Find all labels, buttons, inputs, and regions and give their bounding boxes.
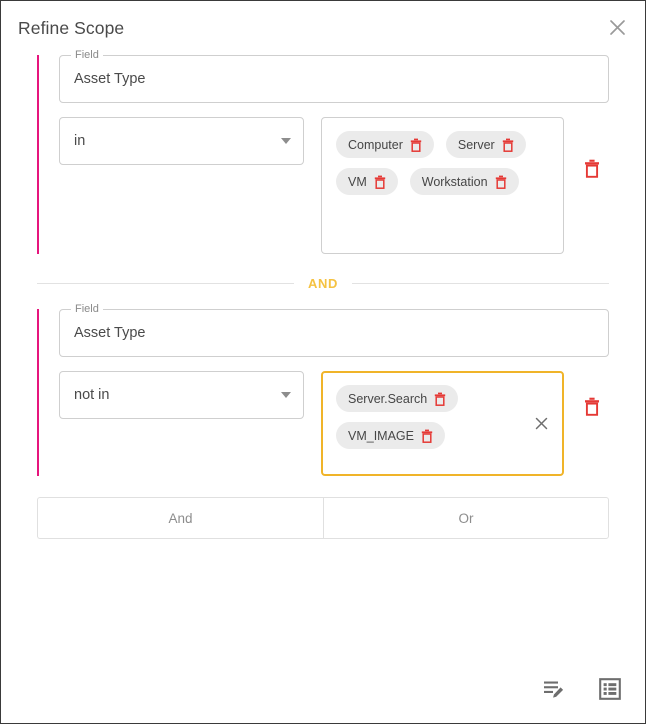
chip-label: VM [348, 174, 367, 189]
group-accent-bar [37, 55, 39, 254]
trash-icon[interactable] [374, 175, 386, 189]
condition-group-1: Field Asset Type in Computer Server VM W… [37, 49, 609, 254]
group-accent-bar [37, 309, 39, 476]
divider-line-right [351, 283, 609, 284]
field-label-2: Field [71, 303, 103, 316]
value-chip[interactable]: VM_IMAGE [336, 422, 445, 449]
condition-row-2: not in Server.Search VM_IMAGE [59, 371, 609, 476]
value-chip[interactable]: Server [445, 131, 526, 158]
chip-label: Server [457, 137, 495, 152]
add-and-button[interactable]: And [37, 497, 323, 539]
list-view-icon[interactable] [595, 674, 625, 704]
chip-label: Computer [348, 137, 403, 152]
add-condition-buttons: And Or [37, 497, 609, 539]
chip-label: VM_IMAGE [348, 428, 414, 443]
value-chip[interactable]: Computer [336, 131, 434, 158]
trash-icon[interactable] [410, 138, 422, 152]
field-label-1: Field [71, 49, 103, 62]
conditions-area: Field Asset Type in Computer Server VM W… [1, 49, 645, 661]
chevron-down-icon [281, 392, 291, 398]
operator-select-1[interactable]: in [59, 117, 304, 165]
joiner-label: AND [308, 276, 338, 291]
page-title: Refine Scope [18, 17, 125, 38]
delete-condition-2-button[interactable] [575, 389, 609, 423]
chip-label: Workstation [421, 174, 488, 189]
field-value-2: Asset Type [74, 325, 146, 341]
value-chip[interactable]: Workstation [409, 168, 519, 195]
value-chip[interactable]: VM [336, 168, 398, 195]
trash-icon[interactable] [495, 175, 507, 189]
chevron-down-icon [281, 138, 291, 144]
joiner-and: AND [37, 276, 609, 291]
values-box-2[interactable]: Server.Search VM_IMAGE [321, 371, 564, 476]
chip-label: Server.Search [348, 391, 428, 406]
clear-values-button[interactable] [530, 413, 552, 435]
field-input-1[interactable]: Field Asset Type [59, 49, 609, 103]
divider-line-left [37, 283, 295, 284]
dialog-header: Refine Scope [1, 1, 645, 55]
operator-select-2[interactable]: not in [59, 371, 304, 419]
close-icon[interactable] [603, 13, 631, 41]
field-value-1: Asset Type [74, 71, 146, 87]
value-chip[interactable]: Server.Search [336, 385, 459, 412]
add-or-button[interactable]: Or [323, 497, 609, 539]
operator-value-1: in [74, 133, 86, 149]
trash-icon[interactable] [502, 138, 514, 152]
trash-icon[interactable] [421, 429, 433, 443]
condition-row-1: in Computer Server VM Workstation [59, 117, 609, 254]
edit-list-icon[interactable] [539, 674, 569, 704]
delete-condition-1-button[interactable] [575, 151, 609, 185]
operator-value-2: not in [74, 387, 110, 403]
trash-icon[interactable] [434, 392, 446, 406]
values-box-1[interactable]: Computer Server VM Workstation [321, 117, 564, 254]
dialog-footer [1, 661, 645, 723]
condition-group-2: Field Asset Type not in Server.Search VM… [37, 303, 609, 476]
refine-scope-dialog: Refine Scope Field Asset Type in Compute… [0, 0, 646, 724]
field-input-2[interactable]: Field Asset Type [59, 303, 609, 357]
